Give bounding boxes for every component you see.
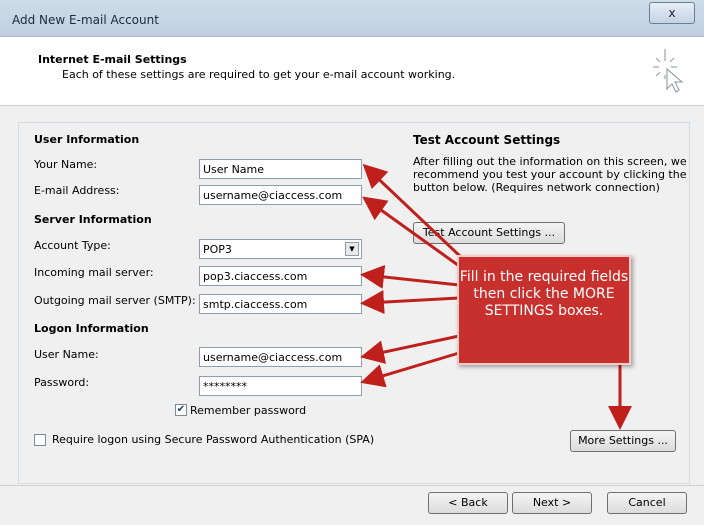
cancel-button[interactable]: Cancel — [607, 492, 687, 514]
incoming-server-input[interactable]: pop3.ciaccess.com — [199, 266, 362, 286]
page-title: Internet E-mail Settings — [38, 53, 187, 66]
more-settings-button[interactable]: More Settings ... — [570, 430, 676, 452]
window-title: Add New E-mail Account — [12, 13, 159, 27]
email-address-input[interactable]: username@ciaccess.com — [199, 185, 362, 205]
account-type-value: POP3 — [203, 243, 232, 256]
user-name-label: User Name: — [34, 348, 99, 361]
server-information-heading: Server Information — [34, 213, 152, 226]
remember-password-checkbox[interactable]: ✔ — [175, 404, 187, 416]
test-account-description: After filling out the information on thi… — [413, 155, 687, 194]
spa-checkbox[interactable] — [34, 434, 46, 446]
close-button[interactable]: x — [649, 2, 695, 24]
instruction-callout: Fill in the required fields then click t… — [457, 255, 631, 365]
outgoing-server-input[interactable]: smtp.ciaccess.com — [199, 294, 362, 314]
wizard-sparkle-icon — [653, 49, 684, 93]
test-account-settings-button[interactable]: Test Account Settings ... — [413, 222, 565, 244]
remember-password-label: Remember password — [190, 404, 307, 417]
password-input[interactable]: ******** — [199, 376, 362, 396]
password-label: Password: — [34, 376, 90, 389]
email-address-label: E-mail Address: — [34, 184, 120, 197]
chevron-down-icon[interactable]: ▼ — [345, 242, 359, 256]
incoming-server-label: Incoming mail server: — [34, 266, 154, 279]
spa-label: Require logon using Secure Password Auth… — [52, 433, 375, 446]
next-button[interactable]: Next > — [512, 492, 592, 514]
title-bar: Add New E-mail Account x — [0, 0, 704, 37]
test-account-heading: Test Account Settings — [413, 133, 561, 147]
account-type-select[interactable]: POP3 ▼ — [199, 239, 362, 259]
close-icon: x — [668, 6, 676, 20]
checkmark-icon: ✔ — [176, 404, 186, 415]
logon-information-heading: Logon Information — [34, 322, 149, 335]
footer-divider — [0, 485, 704, 486]
back-button[interactable]: < Back — [428, 492, 508, 514]
your-name-input[interactable]: User Name — [199, 159, 362, 179]
your-name-label: Your Name: — [34, 158, 98, 171]
user-information-heading: User Information — [34, 133, 140, 146]
outgoing-server-label: Outgoing mail server (SMTP): — [34, 294, 196, 307]
wizard-header: Internet E-mail Settings Each of these s… — [0, 37, 704, 106]
account-type-label: Account Type: — [34, 239, 111, 252]
user-name-input[interactable]: username@ciaccess.com — [199, 347, 362, 367]
add-email-account-dialog: Add New E-mail Account x Internet E-mail… — [0, 0, 704, 525]
page-subtitle: Each of these settings are required to g… — [62, 68, 456, 81]
